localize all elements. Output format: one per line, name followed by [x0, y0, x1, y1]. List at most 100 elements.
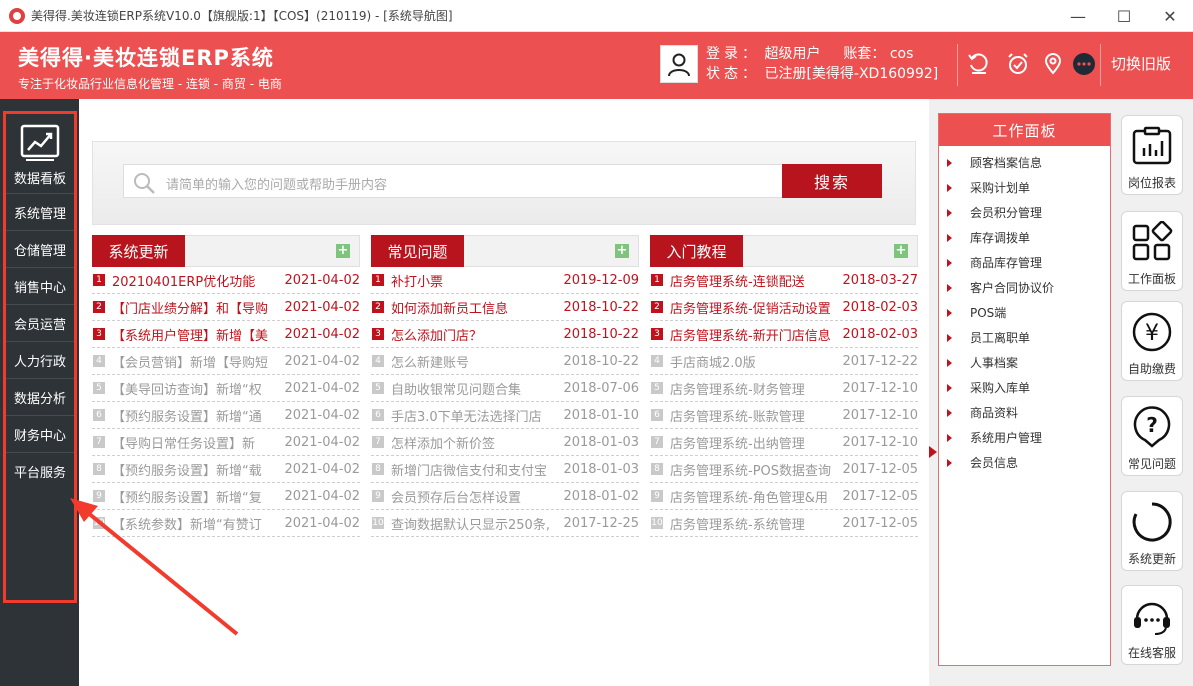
work-panel-item[interactable]: 会员信息	[939, 450, 1110, 475]
main-content: 请简单的输入您的问题或帮助手册内容 搜索 系统更新 +1 20210401ERP优化…	[79, 99, 929, 686]
work-panel-item-label: 商品库存管理	[970, 256, 1043, 270]
item-date: 2021-04-02	[284, 380, 360, 396]
more-plus-icon[interactable]: +	[894, 244, 908, 258]
list-item[interactable]: 8 新增门店微信支付和支付宝 2018-01-03	[371, 456, 639, 483]
sidebar-item-analytics[interactable]: 数据分析	[6, 379, 74, 416]
column-title[interactable]: 系统更新	[92, 235, 185, 267]
item-title: 会员预存后台怎样设置	[391, 490, 522, 506]
sidebar-item-dashboard[interactable]: 数据看板	[6, 114, 74, 194]
work-panel-item-label: 采购计划单	[970, 181, 1031, 195]
work-panel-item[interactable]: 系统用户管理	[939, 425, 1110, 450]
list-item[interactable]: 2 店务管理系统-促销活动设置 2018-02-03	[650, 294, 918, 321]
more-plus-icon[interactable]: +	[615, 244, 629, 258]
list-item[interactable]: 6 【预约服务设置】新增“通 2021-04-02	[92, 402, 360, 429]
avatar[interactable]	[660, 45, 698, 83]
quick-link-system-update[interactable]: 系统更新	[1121, 491, 1183, 571]
quick-link-self-payment[interactable]: ¥ 自助缴费	[1121, 301, 1183, 381]
close-button[interactable]: ✕	[1147, 0, 1193, 32]
work-panel-item[interactable]: 会员积分管理	[939, 200, 1110, 225]
list-item[interactable]: 4 手店商城2.0版 2017-12-22	[650, 348, 918, 375]
column-title[interactable]: 常见问题	[371, 235, 464, 267]
location-icon[interactable]	[1039, 50, 1067, 78]
workspace-icon	[1130, 220, 1174, 264]
list-item[interactable]: 3 怎么添加门店？ 2018-10-22	[371, 321, 639, 348]
search-input[interactable]: 请简单的输入您的问题或帮助手册内容	[123, 164, 783, 198]
quick-link-work-panel[interactable]: 工作面板	[1121, 211, 1183, 291]
quick-link-faq[interactable]: ? 常见问题	[1121, 396, 1183, 476]
item-number-badge: 5	[372, 382, 384, 394]
quick-link-online-service[interactable]: 在线客服	[1121, 585, 1183, 665]
item-title: 【预约服务设置】新增“载	[112, 463, 262, 479]
quick-link-label: 岗位报表	[1127, 176, 1176, 190]
list-item[interactable]: 4 怎么新建账号 2018-10-22	[371, 348, 639, 375]
list-item[interactable]: 5 店务管理系统-财务管理 2017-12-10	[650, 375, 918, 402]
work-panel-item[interactable]: POS端	[939, 300, 1110, 325]
list-item[interactable]: 6 店务管理系统-账款管理 2017-12-10	[650, 402, 918, 429]
item-title: 【预约服务设置】新增“通	[112, 409, 262, 425]
work-panel-item[interactable]: 员工离职单	[939, 325, 1110, 350]
list-item[interactable]: 4 【会员营销】新增【导购短 2021-04-02	[92, 348, 360, 375]
list-item[interactable]: 8 【预约服务设置】新增“载 2021-04-02	[92, 456, 360, 483]
question-icon: ?	[1130, 405, 1174, 449]
list-item[interactable]: 3 【系统用户管理】新增【美 2021-04-02	[92, 321, 360, 348]
list-item[interactable]: 8 店务管理系统-POS数据查询 2017-12-05	[650, 456, 918, 483]
list-item[interactable]: 10 店务管理系统-系统管理 2017-12-05	[650, 510, 918, 537]
sidebar-item-finance[interactable]: 财务中心	[6, 416, 74, 453]
refresh-icon[interactable]	[965, 50, 993, 78]
list-item[interactable]: 9 【预约服务设置】新增“复 2021-04-02	[92, 483, 360, 510]
list-item[interactable]: 9 会员预存后台怎样设置 2018-01-02	[371, 483, 639, 510]
list-item[interactable]: 3 店务管理系统-新开门店信息 2018-02-03	[650, 321, 918, 348]
list-item[interactable]: 1 补打小票 2019-12-09	[371, 267, 639, 294]
list-item[interactable]: 9 店务管理系统-角色管理&用 2017-12-05	[650, 483, 918, 510]
work-panel-item[interactable]: 人事档案	[939, 350, 1110, 375]
item-number-badge: 3	[651, 328, 663, 340]
search-button[interactable]: 搜索	[782, 164, 882, 198]
work-panel-item[interactable]: 库存调拨单	[939, 225, 1110, 250]
sidebar-item-warehouse[interactable]: 仓储管理	[6, 231, 74, 268]
sidebar-item-platform[interactable]: 平台服务	[6, 453, 74, 490]
work-panel: 工作面板 顾客档案信息 采购计划单 会员积分管理 库存调拨单 商品库存管理 客户合同协议价…	[938, 113, 1111, 666]
item-date: 2018-10-22	[563, 299, 639, 315]
item-number-badge: 2	[93, 301, 105, 313]
list-item[interactable]: 7 怎样添加个新价签 2018-01-03	[371, 429, 639, 456]
list-item[interactable]: 2 【门店业绩分解】和【导购 2021-04-02	[92, 294, 360, 321]
switch-old-version-button[interactable]: 切换旧版	[1111, 53, 1171, 74]
item-number-badge: 2	[651, 301, 663, 313]
more-plus-icon[interactable]: +	[336, 244, 350, 258]
list-item[interactable]: 7 店务管理系统-出纳管理 2017-12-10	[650, 429, 918, 456]
sidebar-item-system[interactable]: 系统管理	[6, 194, 74, 231]
sidebar-item-hr[interactable]: 人力行政	[6, 342, 74, 379]
list-item[interactable]: 10 【系统参数】新增“有赞订 2021-04-02	[92, 510, 360, 537]
alarm-icon[interactable]	[1004, 50, 1032, 78]
panel-toggle-arrow-icon[interactable]	[929, 446, 937, 458]
sidebar-item-sales[interactable]: 销售中心	[6, 268, 74, 305]
list-item[interactable]: 1 店务管理系统-连锁配送 2018-03-27	[650, 267, 918, 294]
work-panel-item[interactable]: 商品资料	[939, 400, 1110, 425]
list-item[interactable]: 2 如何添加新员工信息 2018-10-22	[371, 294, 639, 321]
list-item[interactable]: 5 【美导回访查询】新增“权 2021-04-02	[92, 375, 360, 402]
maximize-button[interactable]: ☐	[1101, 0, 1147, 32]
brand-slogan: 专注于化妆品行业信息化管理 - 连锁 - 商贸 - 电商	[18, 77, 282, 91]
work-panel-item[interactable]: 客户合同协议价	[939, 275, 1110, 300]
list-item[interactable]: 6 手店3.0下单无法选择门店 2018-01-10	[371, 402, 639, 429]
chat-icon[interactable]	[1070, 50, 1098, 78]
list-item[interactable]: 10 查询数据默认只显示250条, 2017-12-25	[371, 510, 639, 537]
item-date: 2021-04-02	[284, 488, 360, 504]
work-panel-item[interactable]: 采购计划单	[939, 175, 1110, 200]
work-panel-item[interactable]: 采购入库单	[939, 375, 1110, 400]
list-item[interactable]: 7 【导购日常任务设置】新 2021-04-02	[92, 429, 360, 456]
item-title: 【美导回访查询】新增“权	[112, 382, 262, 398]
work-panel-item-label: POS端	[970, 306, 1007, 320]
item-title: 怎么新建账号	[391, 355, 470, 371]
item-title: 补打小票	[391, 274, 444, 290]
minimize-button[interactable]: —	[1055, 0, 1101, 32]
column-title[interactable]: 入门教程	[650, 235, 743, 267]
list-item[interactable]: 1 20210401ERP优化功能 2021-04-02	[92, 267, 360, 294]
quick-link-post-report[interactable]: 岗位报表	[1121, 115, 1183, 195]
work-panel-list: 顾客档案信息采购计划单会员积分管理 库存调拨单商品库存管理客户合同协议价 POS端员…	[939, 146, 1110, 475]
sidebar-item-member[interactable]: 会员运营	[6, 305, 74, 342]
brand-name: 美得得·美妆连锁ERP系统	[18, 46, 274, 70]
work-panel-item[interactable]: 顾客档案信息	[939, 150, 1110, 175]
work-panel-item[interactable]: 商品库存管理	[939, 250, 1110, 275]
list-item[interactable]: 5 自助收银常见问题合集 2018-07-06	[371, 375, 639, 402]
